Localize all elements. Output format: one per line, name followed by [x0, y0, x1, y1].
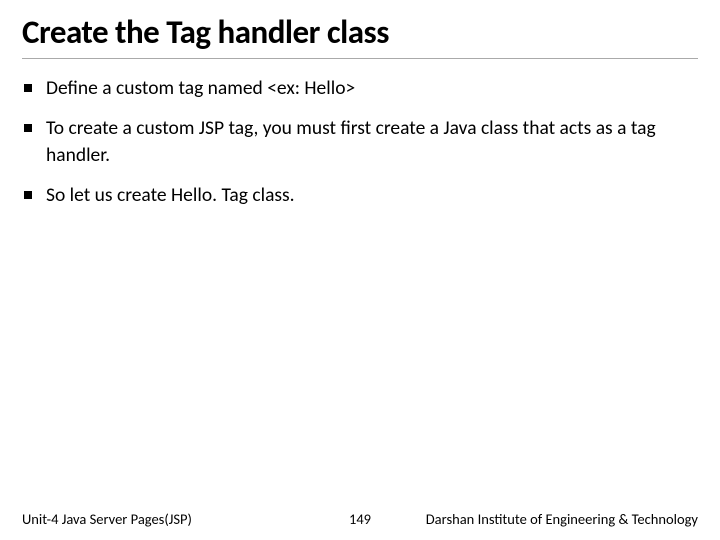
footer-page-number: 149 [349, 510, 371, 528]
bullet-item: To create a custom JSP tag, you must fir… [22, 115, 698, 168]
bullet-marker-icon [24, 84, 32, 92]
slide-content: Define a custom tag named <ex: Hello> To… [22, 75, 698, 540]
bullet-item: So let us create Hello. Tag class. [22, 182, 698, 208]
footer-unit-label: Unit-4 Java Server Pages(JSP) [22, 510, 192, 528]
bullet-item: Define a custom tag named <ex: Hello> [22, 75, 698, 101]
slide-title: Create the Tag handler class [22, 12, 698, 59]
bullet-text: Define a custom tag named <ex: Hello> [46, 75, 698, 101]
bullet-text: To create a custom JSP tag, you must fir… [46, 115, 698, 168]
bullet-marker-icon [24, 124, 32, 132]
bullet-marker-icon [24, 191, 32, 199]
slide: Create the Tag handler class Define a cu… [0, 0, 720, 540]
bullet-text: So let us create Hello. Tag class. [46, 182, 698, 208]
slide-footer: Unit-4 Java Server Pages(JSP) 149 Darsha… [0, 510, 720, 528]
footer-institute-label: Darshan Institute of Engineering & Techn… [426, 510, 698, 528]
